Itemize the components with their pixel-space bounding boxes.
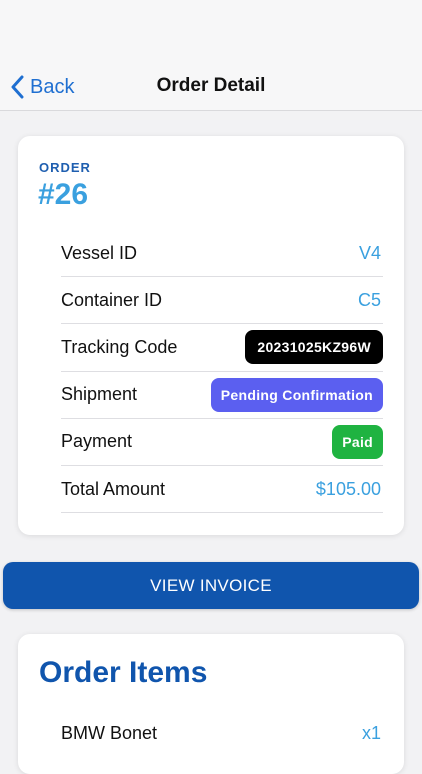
detail-label: Vessel ID [61,242,138,263]
detail-row-payment: Payment Paid [61,419,383,466]
order-items-card: Order Items BMW Bonet x1 [18,634,404,774]
detail-row-container-id: Container ID C5 [61,277,383,325]
detail-row-total-amount: Total Amount $105.00 [61,466,383,514]
detail-label: Shipment [61,384,138,405]
page-title: Order Detail [156,75,266,96]
view-invoice-button[interactable]: VIEW INVOICE [3,562,419,609]
order-items-title: Order Items [39,656,208,689]
detail-label: Total Amount [61,478,166,499]
navigation-bar: Back Order Detail [0,0,422,111]
container-id-value: C5 [357,289,381,310]
order-number: #26 [38,178,89,211]
order-summary-card: ORDER #26 Vessel ID V4 Container ID C5 T… [18,136,404,535]
vessel-id-value: V4 [358,242,381,263]
detail-row-vessel-id: Vessel ID V4 [61,230,383,278]
order-label: ORDER [39,160,91,175]
item-name: BMW Bonet [61,722,158,743]
detail-label: Container ID [61,289,163,310]
tracking-code-badge: 20231025KZ96W [245,330,383,365]
list-item[interactable]: BMW Bonet x1 [61,718,383,748]
detail-row-tracking-code: Tracking Code 20231025KZ96W [61,324,383,372]
shipment-status-badge: Pending Confirmation [210,377,383,412]
detail-row-shipment: Shipment Pending Confirmation [61,372,383,419]
item-quantity: x1 [361,722,381,743]
total-amount-value: $105.00 [315,478,381,499]
payment-status-badge: Paid [332,424,383,459]
detail-label: Tracking Code [61,336,178,357]
order-details-list: Vessel ID V4 Container ID C5 Tracking Co… [61,230,383,514]
detail-label: Payment [61,431,133,452]
